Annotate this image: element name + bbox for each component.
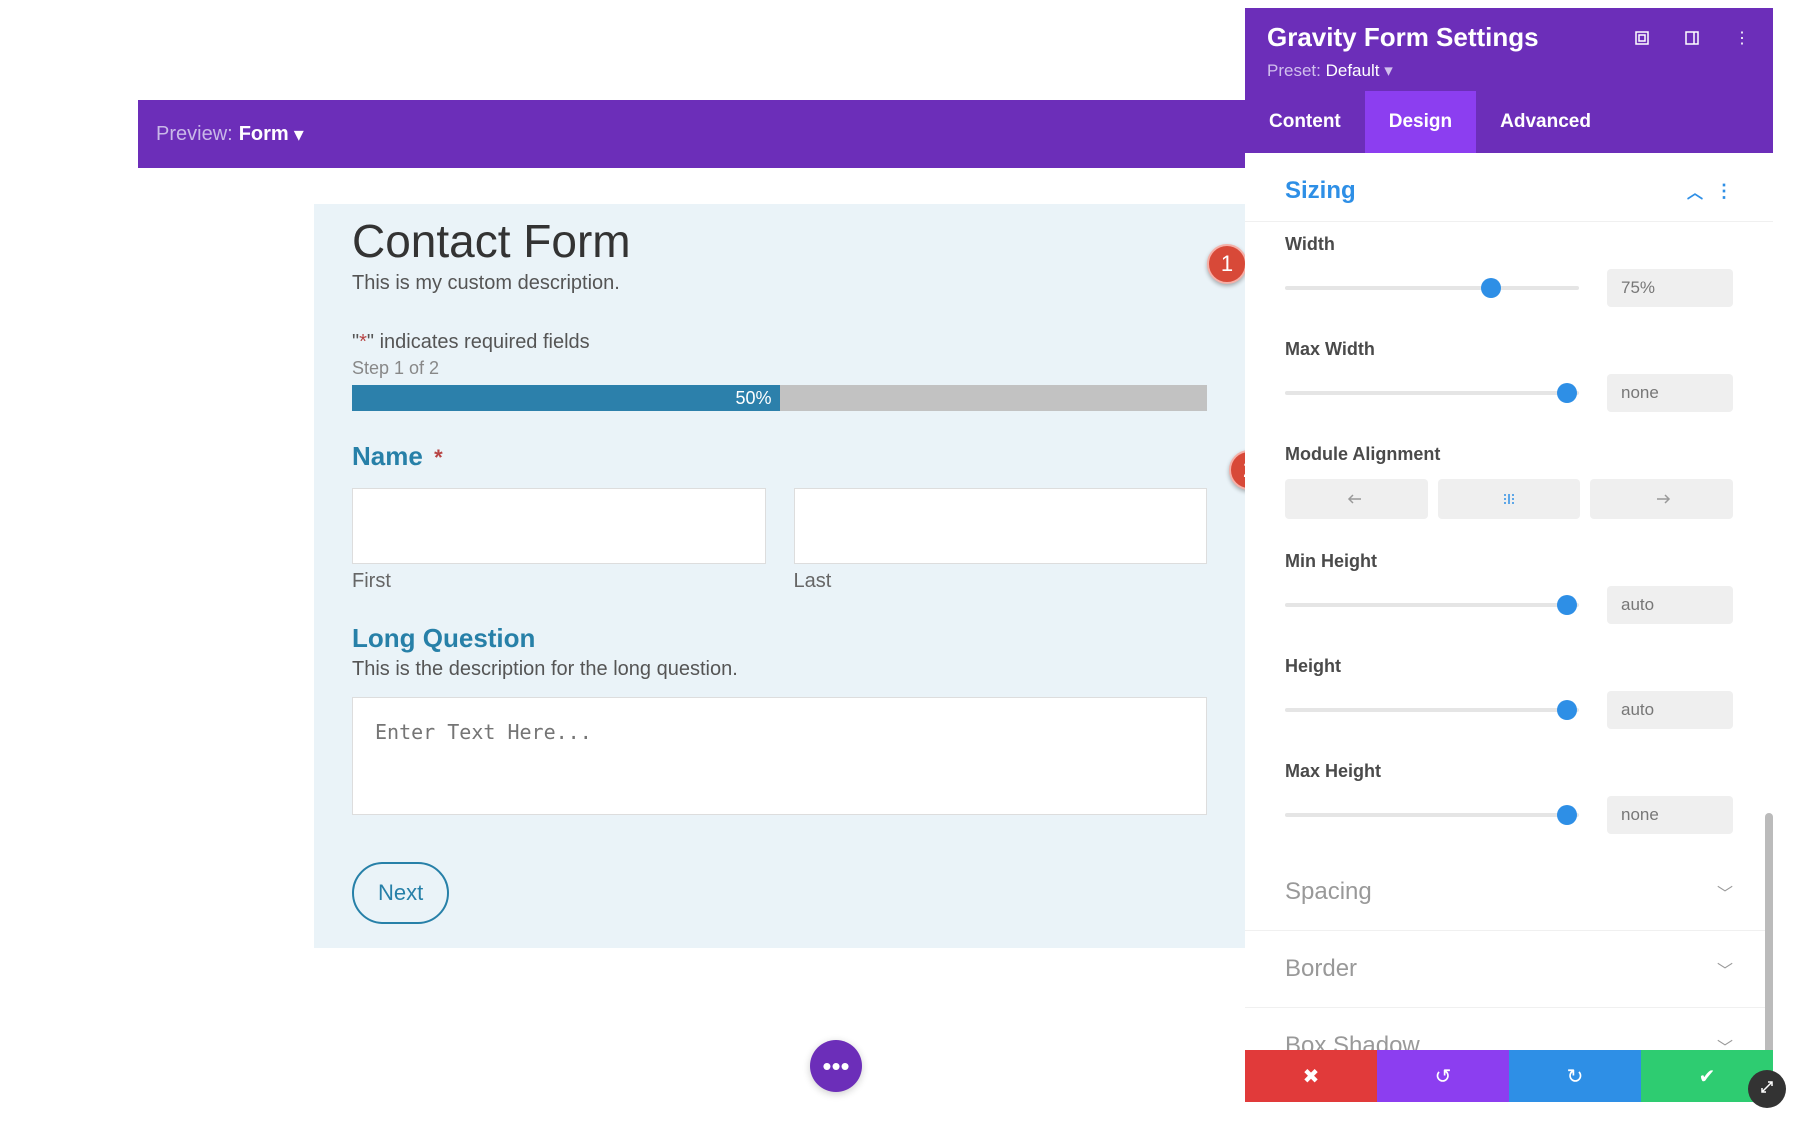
tabs-row: Content Design Advanced <box>1245 91 1773 153</box>
width-slider[interactable] <box>1285 286 1579 290</box>
resize-icon <box>1759 1079 1775 1100</box>
form-panel: Contact Form This is my custom descripti… <box>314 204 1245 948</box>
fab-more-button[interactable]: ••• <box>810 1040 862 1092</box>
max-height-slider[interactable] <box>1285 813 1579 817</box>
max-height-value-input[interactable] <box>1607 796 1733 834</box>
preview-value[interactable]: Form <box>239 123 289 146</box>
height-value-input[interactable] <box>1607 691 1733 729</box>
section-sizing[interactable]: Sizing ︿ ⋮ <box>1245 153 1773 222</box>
max-width-value-input[interactable] <box>1607 374 1733 412</box>
progress-percent: 50% <box>735 388 771 409</box>
scrollbar[interactable] <box>1765 813 1773 1050</box>
tab-advanced[interactable]: Advanced <box>1476 91 1615 153</box>
progress-bar: 50% <box>352 385 1207 411</box>
required-field-note: "*" indicates required fields <box>352 331 1207 354</box>
long-question-description: This is the description for the long que… <box>352 658 1207 681</box>
chevron-down-icon: ▾ <box>1384 61 1393 80</box>
max-height-label: Max Height <box>1285 761 1733 782</box>
step-indicator: Step 1 of 2 <box>352 358 1207 379</box>
cancel-button[interactable]: ✖ <box>1245 1050 1377 1102</box>
last-name-sublabel: Last <box>794 570 1208 593</box>
height-label: Height <box>1285 656 1733 677</box>
width-value-input[interactable] <box>1607 269 1733 307</box>
section-border[interactable]: Border ﹀ <box>1245 931 1773 1008</box>
chevron-down-icon[interactable]: ▾ <box>294 122 304 147</box>
slider-thumb[interactable] <box>1557 383 1577 403</box>
panel-icon[interactable] <box>1683 29 1701 47</box>
sidebar-title: Gravity Form Settings <box>1267 22 1539 53</box>
align-left-button[interactable] <box>1285 479 1428 519</box>
min-height-value-input[interactable] <box>1607 586 1733 624</box>
redo-icon: ↻ <box>1567 1064 1584 1089</box>
undo-icon: ↺ <box>1435 1064 1452 1089</box>
bottom-actions: ✖ ↺ ↻ ✔ <box>1245 1050 1773 1102</box>
module-alignment-label: Module Alignment <box>1285 444 1733 465</box>
preview-label: Preview: <box>156 123 233 146</box>
redo-button[interactable]: ↻ <box>1509 1050 1641 1102</box>
section-spacing[interactable]: Spacing ﹀ <box>1245 854 1773 931</box>
next-button[interactable]: Next <box>352 862 449 924</box>
first-name-input[interactable] <box>352 488 766 564</box>
max-width-label: Max Width <box>1285 339 1733 360</box>
required-asterisk: * <box>359 331 367 353</box>
settings-sidebar: Gravity Form Settings ⋮ Preset: Default … <box>1245 8 1773 1102</box>
expand-icon[interactable] <box>1633 29 1651 47</box>
check-icon: ✔ <box>1699 1064 1716 1089</box>
form-description: This is my custom description. <box>352 272 1207 295</box>
resize-fab[interactable] <box>1748 1070 1786 1108</box>
height-slider[interactable] <box>1285 708 1579 712</box>
min-height-label: Min Height <box>1285 551 1733 572</box>
more-horizontal-icon: ••• <box>822 1051 849 1082</box>
slider-thumb[interactable] <box>1481 278 1501 298</box>
tab-content[interactable]: Content <box>1245 91 1365 153</box>
name-field-label: Name * <box>352 441 1207 472</box>
align-center-button[interactable] <box>1438 479 1581 519</box>
panel-body: Sizing ︿ ⋮ Width Max Width <box>1245 153 1773 1050</box>
long-question-input[interactable] <box>352 697 1207 815</box>
max-width-slider[interactable] <box>1285 391 1579 395</box>
chevron-down-icon: ﹀ <box>1717 880 1733 904</box>
undo-button[interactable]: ↺ <box>1377 1050 1509 1102</box>
sidebar-header: Gravity Form Settings ⋮ Preset: Default … <box>1245 8 1773 91</box>
preview-bar: Preview: Form ▾ <box>138 100 1245 168</box>
slider-thumb[interactable] <box>1557 595 1577 615</box>
more-vertical-icon[interactable]: ⋮ <box>1733 29 1751 47</box>
tab-design[interactable]: Design <box>1365 91 1476 153</box>
slider-thumb[interactable] <box>1557 700 1577 720</box>
close-icon: ✖ <box>1303 1064 1320 1089</box>
slider-thumb[interactable] <box>1557 805 1577 825</box>
align-right-button[interactable] <box>1590 479 1733 519</box>
more-vertical-icon[interactable]: ⋮ <box>1715 181 1733 202</box>
progress-fill: 50% <box>352 385 780 411</box>
form-title: Contact Form <box>352 214 1207 268</box>
section-box-shadow[interactable]: Box Shadow ﹀ <box>1245 1008 1773 1050</box>
last-name-input[interactable] <box>794 488 1208 564</box>
preset-line[interactable]: Preset: Default ▾ <box>1267 61 1751 81</box>
callout-badge-1: 1 <box>1207 244 1247 284</box>
chevron-up-icon: ︿ <box>1687 179 1703 203</box>
chevron-down-icon: ﹀ <box>1717 1034 1733 1050</box>
min-height-slider[interactable] <box>1285 603 1579 607</box>
required-asterisk: * <box>434 445 443 470</box>
chevron-down-icon: ﹀ <box>1717 957 1733 981</box>
width-label: Width <box>1285 234 1733 255</box>
long-question-label: Long Question <box>352 623 1207 654</box>
first-name-sublabel: First <box>352 570 766 593</box>
